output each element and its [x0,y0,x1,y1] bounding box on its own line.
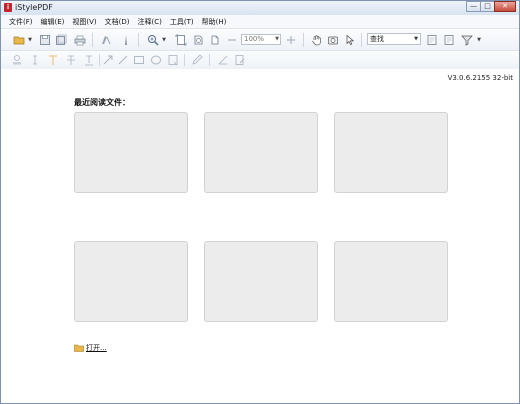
find-combo[interactable]: 查找 ▼ [367,33,421,45]
folder-icon [74,344,84,352]
zoom-level-value: 100% [244,35,265,43]
line-tool-icon[interactable] [117,54,129,66]
open-dropdown-arrow-icon[interactable]: ▼ [27,34,33,46]
open-folder-icon[interactable] [13,34,25,46]
stamp-icon[interactable] [11,54,23,66]
shape-tool-icon[interactable] [120,34,132,46]
toolbar-separator [92,33,93,47]
ellipse-tool-icon[interactable] [150,54,162,66]
recent-file-thumbnail-1[interactable] [74,112,188,193]
toolbar-separator [184,54,185,66]
zoom-in-icon[interactable] [147,34,159,46]
underline-text-icon[interactable] [83,54,95,66]
window-title: iStylePDF [15,3,53,12]
filter-icon[interactable] [461,34,473,46]
pdf-app-icon: i [4,3,12,12]
zoom-in-plus-icon[interactable] [285,34,297,46]
sign-document-icon[interactable] [234,54,246,66]
version-label: V3.0.6.2155 32-bit [447,74,513,82]
app-window: i iStylePDF — □ ✕ 文件(F) 编辑(E) 视图(V) 文档(D… [0,0,520,404]
recent-file-thumbnail-6[interactable] [334,241,448,322]
strikeout-text-icon[interactable] [65,54,77,66]
find-previous-icon[interactable] [426,34,438,46]
menu-tools[interactable]: 工具(T) [170,17,194,27]
open-file-label: 打开... [86,344,107,352]
measure-tool-icon[interactable] [217,54,229,66]
hand-tool-icon[interactable] [311,34,323,46]
window-controls: — □ ✕ [466,1,516,12]
toolbar-separator [99,54,100,66]
toolbar-separator [138,33,139,47]
pencil-tool-icon[interactable] [191,54,203,66]
menu-file[interactable]: 文件(F) [9,17,33,27]
text-cursor-icon[interactable] [29,54,41,66]
highlight-tool-icon[interactable] [100,34,112,46]
recent-file-thumbnail-2[interactable] [204,112,318,193]
menu-bar: 文件(F) 编辑(E) 视图(V) 文档(D) 注释(C) 工具(T) 帮助(H… [1,15,519,29]
toolbar-separator [303,33,304,47]
actual-size-icon[interactable] [209,34,221,46]
recent-files-title: 最近阅读文件： [74,98,130,107]
rectangle-tool-icon[interactable] [133,54,145,66]
recent-file-thumbnail-5[interactable] [204,241,318,322]
zoom-level-combo[interactable]: 100% ▼ [241,34,281,45]
chevron-down-icon: ▼ [414,36,418,42]
arrow-tool-icon[interactable] [102,54,114,66]
find-label: 查找 [370,35,384,43]
snapshot-icon[interactable] [327,34,339,46]
close-button[interactable]: ✕ [494,1,516,12]
menu-comment[interactable]: 注释(C) [138,17,162,27]
fit-page-icon[interactable] [175,34,187,46]
minimize-button[interactable]: — [466,1,481,12]
typewriter-text-icon[interactable] [47,54,59,66]
toolbar-separator [209,54,210,66]
zoom-out-icon[interactable] [226,34,238,46]
toolbar-separator [361,33,362,47]
menu-document[interactable]: 文档(D) [105,17,130,27]
start-page: V3.0.6.2155 32-bit 最近阅读文件： 打开... [1,69,519,403]
filter-dropdown-arrow-icon[interactable]: ▼ [476,34,482,46]
save-as-icon[interactable] [55,34,67,46]
rotate-icon[interactable] [192,34,204,46]
chevron-down-icon: ▼ [275,36,279,42]
open-file-link[interactable]: 打开... [74,343,107,353]
note-tool-icon[interactable] [167,54,179,66]
zoom-dropdown-arrow-icon[interactable]: ▼ [161,34,167,46]
print-icon[interactable] [74,34,86,46]
save-icon[interactable] [39,34,51,46]
menu-view[interactable]: 视图(V) [72,17,96,27]
select-arrow-icon[interactable] [344,34,356,46]
recent-file-thumbnail-3[interactable] [334,112,448,193]
recent-file-thumbnail-4[interactable] [74,241,188,322]
menu-edit[interactable]: 编辑(E) [41,17,65,27]
annotation-toolbar [1,51,519,70]
find-next-icon[interactable] [443,34,455,46]
menu-help[interactable]: 帮助(H) [202,17,227,27]
title-bar: i iStylePDF — □ ✕ [1,1,519,15]
maximize-button[interactable]: □ [480,1,495,12]
